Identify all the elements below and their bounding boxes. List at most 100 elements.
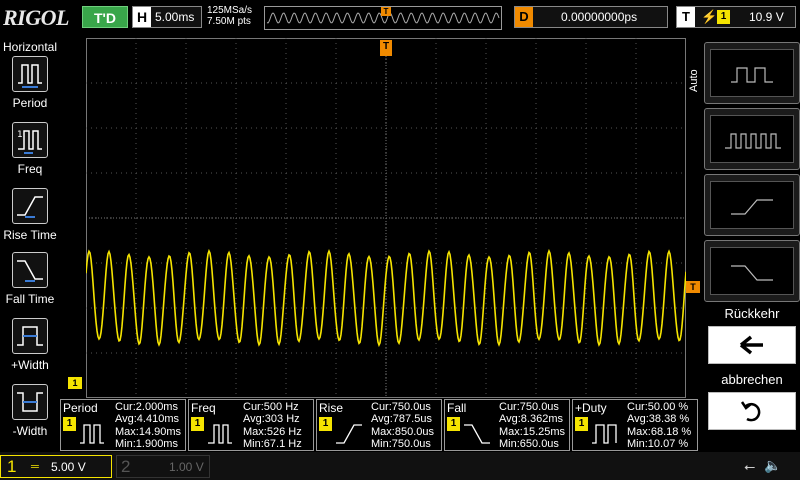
measurement-rise[interactable]: Rise 1 Cur:750.0us Avg:787.5us Max:850.0… [316,399,442,451]
memory-depth: 7.50M pts [207,16,251,27]
rise-time-icon [12,188,48,224]
measurement-current: Cur:750.0us [371,401,431,413]
measurement-average: Avg:38.38 % [627,413,690,426]
rising-edge-icon: ⚡ [701,9,718,24]
measurement-name: Fall [447,401,467,415]
measurement-maximum: Max:850.0us [371,425,434,438]
frequency-icon [208,424,232,444]
measurement-current: Cur:500 Hz [243,401,299,413]
measure-menu: Horizontal Period 1 Freq Rise Time Fall … [0,38,60,450]
trigger-settings[interactable]: T ⚡ 1 10.9 V [676,6,796,28]
frequency-icon: 1 [12,122,48,158]
measure-type-menu: Rückkehr abbrechen [704,38,800,450]
back-button[interactable] [708,326,796,364]
channel2-status[interactable]: 2 1.00 V [116,455,210,478]
measurement-maximum: Max:68.18 % [627,425,692,438]
positive-duty-icon [592,424,617,444]
measure-frequency-button[interactable]: 1 Freq [0,122,60,182]
rising-edge-icon [731,199,773,215]
channel2-scale: 1.00 V [169,460,204,474]
channel-badge: 1 [575,417,588,431]
speaker-muted-icon[interactable]: 🔈 [764,457,781,474]
measurement-current: Cur:2.000ms [115,401,178,413]
measurement-average: Avg:787.5us [371,413,432,426]
sample-info: 125MSa/s 7.50M pts [207,5,252,27]
measurement-name: Rise [319,401,344,415]
channel1-scale: 5.00 V [51,460,86,474]
trigger-position-label: T [382,41,390,52]
cancel-button[interactable] [708,392,796,430]
measurement-name: +Duty [575,401,607,415]
undo-icon [740,401,761,422]
measurement-maximum: Max:526 Hz [243,425,302,438]
pulse-train-icon [725,133,781,149]
run-status-indicator[interactable]: T'D [82,6,128,28]
channel1-ground-label: 1 [72,378,78,388]
channel-badge: 1 [447,417,460,431]
horizontal-delay[interactable]: D 0.00000000ps [514,6,668,28]
measure-positive-width-button[interactable]: +Width [0,318,60,378]
measurement-minimum: Min:750.0us [371,437,431,450]
measurement-maximum: Max:14.90ms [115,425,182,438]
measurement-minimum: Min:67.1 Hz [243,437,302,450]
trigger-position-marker[interactable]: T [380,40,392,56]
left-arrow-icon [739,335,763,355]
waveform-display[interactable]: T T 1 [68,38,700,398]
timebase-value: 5.00ms [155,10,195,24]
trigger-level-label: T [690,282,696,292]
measure-fall-time-button[interactable]: Fall Time [0,252,60,312]
positive-width-label: +Width [11,358,49,372]
measure-menu-title: Horizontal [3,40,58,54]
top-status-bar: RIGOL T'D H 5.00ms 125MSa/s 7.50M pts T … [0,0,800,38]
channel1-status[interactable]: 1 ═ 5.00 V [0,455,112,478]
measurement-name: Freq [191,401,216,415]
horizontal-label: H [133,7,151,27]
rise-time-label: Rise Time [3,228,57,242]
measurement-period[interactable]: Period 1 Cur:2.000ms Avg:4.410ms Max:14.… [60,399,186,451]
measurement-average: Avg:303 Hz [243,413,300,426]
auto-rise-button[interactable] [704,174,800,236]
trigger-level-marker[interactable]: T [686,281,700,293]
measurement-minimum: Min:1.900ms [115,437,178,450]
negative-width-label: -Width [12,424,48,438]
period-icon [12,56,48,92]
cancel-label: abbrechen [721,372,783,387]
fall-time-icon [12,252,48,288]
auto-fall-button[interactable] [704,240,800,302]
trigger-label: T [677,7,695,27]
measurement-current: Cur:50.00 % [627,401,689,413]
measurement-frequency[interactable]: Freq 1 Cur:500 Hz Avg:303 Hz Max:526 Hz … [188,399,314,451]
measurement-fall[interactable]: Fall 1 Cur:750.0us Avg:8.362ms Max:15.25… [444,399,570,451]
auto-period-button[interactable] [704,42,800,104]
delay-value: 0.00000000ps [561,10,638,24]
channel-badge: 1 [191,417,204,431]
measurement-panel: Period 1 Cur:2.000ms Avg:4.410ms Max:14.… [60,399,702,451]
channel-badge: 1 [63,417,76,431]
channel-status-bar: 1 ═ 5.00 V 2 1.00 V ⭠ 🔈 [0,452,800,480]
square-wave-icon [731,67,773,83]
period-icon [80,424,104,444]
period-label: Period [12,96,48,110]
horizontal-timebase[interactable]: H 5.00ms [132,6,202,28]
channel1-ground-marker[interactable]: 1 [68,377,82,389]
measurement-average: Avg:8.362ms [499,413,564,426]
usb-icon: ⭠ [744,458,756,474]
trigger-source-badge: 1 [717,10,730,24]
waveform-overview[interactable]: T [264,6,502,30]
channel-badge: 1 [319,417,332,431]
measurement-positive-duty[interactable]: +Duty 1 Cur:50.00 % Avg:38.38 % Max:68.1… [572,399,698,451]
fall-time-icon [464,424,490,444]
measurement-minimum: Min:10.07 % [627,437,689,450]
measure-period-button[interactable]: Period [0,56,60,116]
measure-negative-width-button[interactable]: -Width [0,384,60,444]
overview-trigger-marker: T [381,7,391,16]
measure-rise-time-button[interactable]: Rise Time [0,188,60,248]
measurement-maximum: Max:15.25ms [499,425,566,438]
channel1-number: 1 [7,457,17,476]
falling-edge-icon [731,265,773,281]
auto-frequency-button[interactable] [704,108,800,170]
measurement-name: Period [63,401,98,415]
auto-label: Auto [688,69,700,92]
trigger-level: 10.9 V [749,10,784,24]
brand-logo: RIGOL [3,5,69,30]
